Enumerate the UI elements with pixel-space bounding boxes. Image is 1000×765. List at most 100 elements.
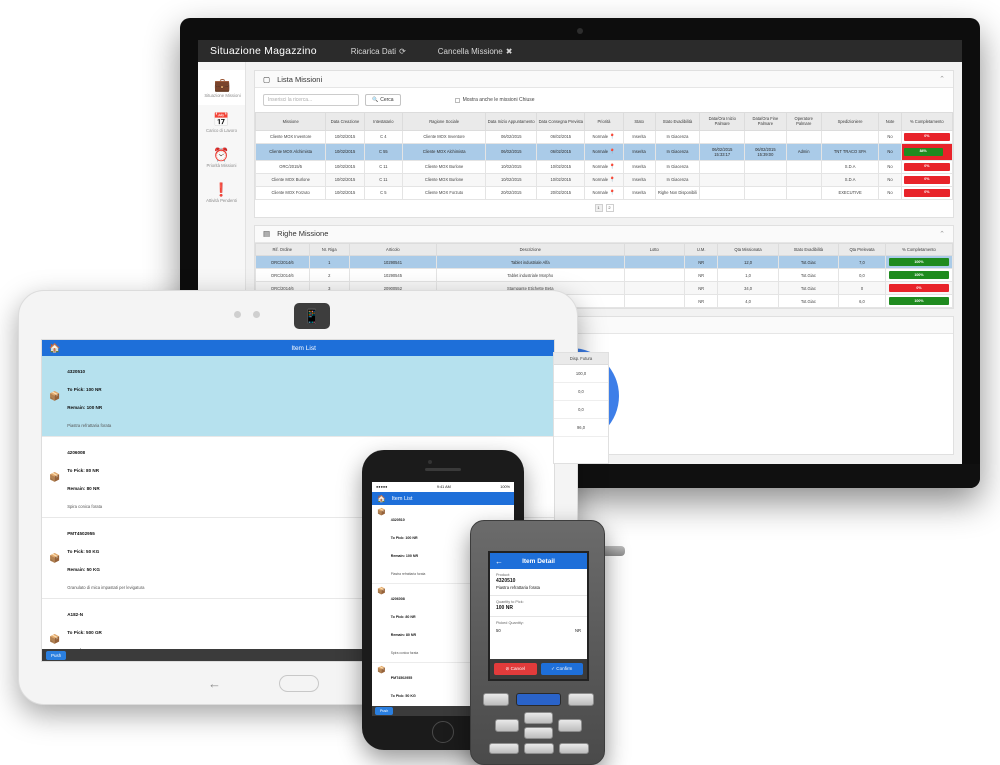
missions-panel-title: Lista Missioni xyxy=(277,74,323,84)
column-header[interactable]: Qta Prelevata xyxy=(838,242,886,257)
push-button[interactable]: Push xyxy=(375,707,394,715)
table-cell: Cliente MOX Alchimista xyxy=(402,142,487,161)
key-right[interactable] xyxy=(558,719,582,732)
home-icon[interactable]: 🏠 xyxy=(49,343,60,354)
pda-keypad xyxy=(483,693,594,755)
table-cell: S.D.A xyxy=(820,159,880,174)
key-up[interactable] xyxy=(524,712,553,724)
cell-completamento: 0% xyxy=(884,281,954,296)
cancel-button[interactable]: ⊘ Cancel xyxy=(494,663,537,675)
column-header[interactable]: Data/Ora Inizio Palmare xyxy=(699,112,746,131)
key-down[interactable] xyxy=(524,727,553,739)
column-header[interactable]: Stato xyxy=(622,112,656,131)
search-button-label: Cerca xyxy=(380,97,394,103)
cell-completamento: 84% xyxy=(900,142,954,161)
column-header[interactable]: Ragione Sociale xyxy=(402,112,487,131)
back-icon[interactable]: ← xyxy=(208,676,221,691)
column-header[interactable]: Priorità xyxy=(584,112,624,131)
list-item[interactable]: 📦 4320510 To Pick: 100 NR Remain: 100 NR… xyxy=(42,356,554,437)
table-cell: Righe Non Disponibili xyxy=(654,185,701,200)
calendar-icon: 📅 xyxy=(213,112,230,127)
key-right-soft[interactable] xyxy=(568,693,594,706)
table-row[interactable]: Cliente MOX Alchimista 10/02/2015 C 55 Clie… xyxy=(254,142,954,161)
table-cell: 7,0 xyxy=(838,255,886,270)
home-button[interactable] xyxy=(279,674,320,692)
column-header[interactable]: Data Consegna Prevista xyxy=(536,112,586,131)
table-cell: No xyxy=(878,142,902,161)
column-header[interactable]: Lotto xyxy=(623,242,685,257)
key-left[interactable] xyxy=(495,719,519,732)
tab-ricarica-dati[interactable]: Ricarica Dati ⟳ xyxy=(335,47,422,56)
column-header[interactable]: Stato Evadibilità xyxy=(777,242,840,257)
page-button[interactable]: 2 xyxy=(605,203,614,212)
key-numpad-1[interactable] xyxy=(489,743,519,754)
column-header[interactable]: Data Inizio Appuntamento xyxy=(485,112,538,131)
column-header[interactable]: U.M. xyxy=(683,242,719,257)
column-header[interactable]: Spedizioniere xyxy=(820,112,880,131)
table-cell: Admin xyxy=(785,142,822,161)
key-numpad-2[interactable] xyxy=(524,743,554,754)
push-button[interactable]: Push xyxy=(46,650,67,660)
table-row[interactable]: ORC/2015/5 10/02/2015 C 11 Cliente MOX Burl… xyxy=(254,159,954,174)
pda-picked-qty-section: Picked Quantity: 50 NR xyxy=(490,617,587,638)
table-cell: Cliente MOX Inventore xyxy=(402,129,487,144)
column-header[interactable]: Nr. Riga xyxy=(308,242,350,257)
column-header[interactable]: Intestatario xyxy=(363,112,404,131)
item-code: 4320510 xyxy=(67,369,86,374)
column-header[interactable]: Articolo xyxy=(348,242,437,257)
table-cell: In Giacenza xyxy=(654,159,701,174)
table-cell: 10/02/2015 xyxy=(325,185,365,200)
lines-header-row: Rif. Ordine Nr. Riga Articolo Descrizione Lo… xyxy=(255,242,954,257)
key-left-soft[interactable] xyxy=(483,693,509,706)
column-header[interactable]: Operatore Palmare xyxy=(785,112,822,131)
column-header[interactable]: Descrizione xyxy=(435,242,625,257)
android-logo-icon: 📱 xyxy=(294,303,330,329)
table-cell: Inserita xyxy=(622,172,656,187)
show-closed-checkbox[interactable] xyxy=(454,97,460,103)
column-header[interactable]: Missione xyxy=(254,112,327,131)
search-button[interactable]: 🔍 Cerca xyxy=(365,94,401,106)
sidebar-item-situazione-missioni[interactable]: 💼 Situazione Missioni xyxy=(198,70,245,105)
item-remain: Remain: 50 KG xyxy=(67,567,100,572)
home-icon[interactable]: 🏠 xyxy=(377,495,386,503)
column-header[interactable]: Stato Evadibilità xyxy=(654,112,701,131)
confirm-button[interactable]: ✓ Confirm xyxy=(540,663,583,675)
page-button[interactable]: 1 xyxy=(594,203,603,212)
column-header[interactable]: Note xyxy=(878,112,902,131)
key-scan[interactable] xyxy=(516,693,561,706)
table-row[interactable]: Cliente MOX Burlone 10/02/2015 C 11 Cliente… xyxy=(254,172,954,187)
table-cell: No xyxy=(878,129,902,144)
column-header[interactable]: % Completamento xyxy=(884,242,954,257)
table-cell: Inserita xyxy=(622,129,656,144)
box-icon: 📦 xyxy=(377,509,386,516)
table-row[interactable]: Cliente MOX Inventore 10/02/2015 C 4 Client… xyxy=(254,129,954,144)
column-header[interactable]: Data Creazione xyxy=(325,112,365,131)
sidebar-item-label: Carico di Lavoro xyxy=(206,128,237,134)
front-camera-icon xyxy=(428,460,432,464)
column-header[interactable]: Rif. Ordine xyxy=(255,242,310,257)
chevron-up-icon[interactable]: ⌃ xyxy=(939,230,945,238)
item-code: PMT4502955 xyxy=(390,676,413,680)
show-closed-checkbox-wrap[interactable]: Mostra anche le missioni Chiuse xyxy=(454,97,535,103)
tab-cancella-missione[interactable]: Cancella Missione ✖ xyxy=(422,47,529,56)
column-header[interactable]: Qta Missionata xyxy=(717,242,779,257)
table-row[interactable]: ORC/2014/6 2 10290545 Tablet industriale Mo… xyxy=(255,268,954,283)
picked-qty-input[interactable]: 50 xyxy=(496,628,501,634)
table-cell xyxy=(744,129,787,144)
sidebar-item-priorita-missioni[interactable]: ⏰ Priorità Missioni xyxy=(198,140,245,175)
column-header[interactable]: Data/Ora Fine Palmare xyxy=(744,112,787,131)
table-cell: Inserita xyxy=(622,185,656,200)
key-numpad-3[interactable] xyxy=(559,743,589,754)
lines-panel-header: ▤ Righe Missione ⌃ xyxy=(255,225,953,243)
home-button[interactable] xyxy=(432,721,454,743)
table-row[interactable]: Cliente MOX Forzuto 10/02/2015 C 5 Cliente … xyxy=(254,185,954,200)
sidebar-item-attivita-pendenti[interactable]: ❗ Attività Pendenti xyxy=(198,175,245,210)
sidebar-item-carico-di-lavoro[interactable]: 📅 Carico di Lavoro xyxy=(198,105,245,140)
search-input[interactable]: Inserisci la ricerca... xyxy=(263,94,359,106)
chevron-up-icon[interactable]: ⌃ xyxy=(939,75,945,83)
table-row[interactable]: ORC/2014/6 1 10290541 Tablet industriale Al… xyxy=(255,255,954,270)
picked-qty-input-row[interactable]: 50 NR xyxy=(496,626,581,634)
back-arrow-icon[interactable]: ← xyxy=(495,557,503,566)
column-header[interactable]: % Completamento xyxy=(900,112,954,131)
table-cell: 6,0 xyxy=(838,294,886,309)
